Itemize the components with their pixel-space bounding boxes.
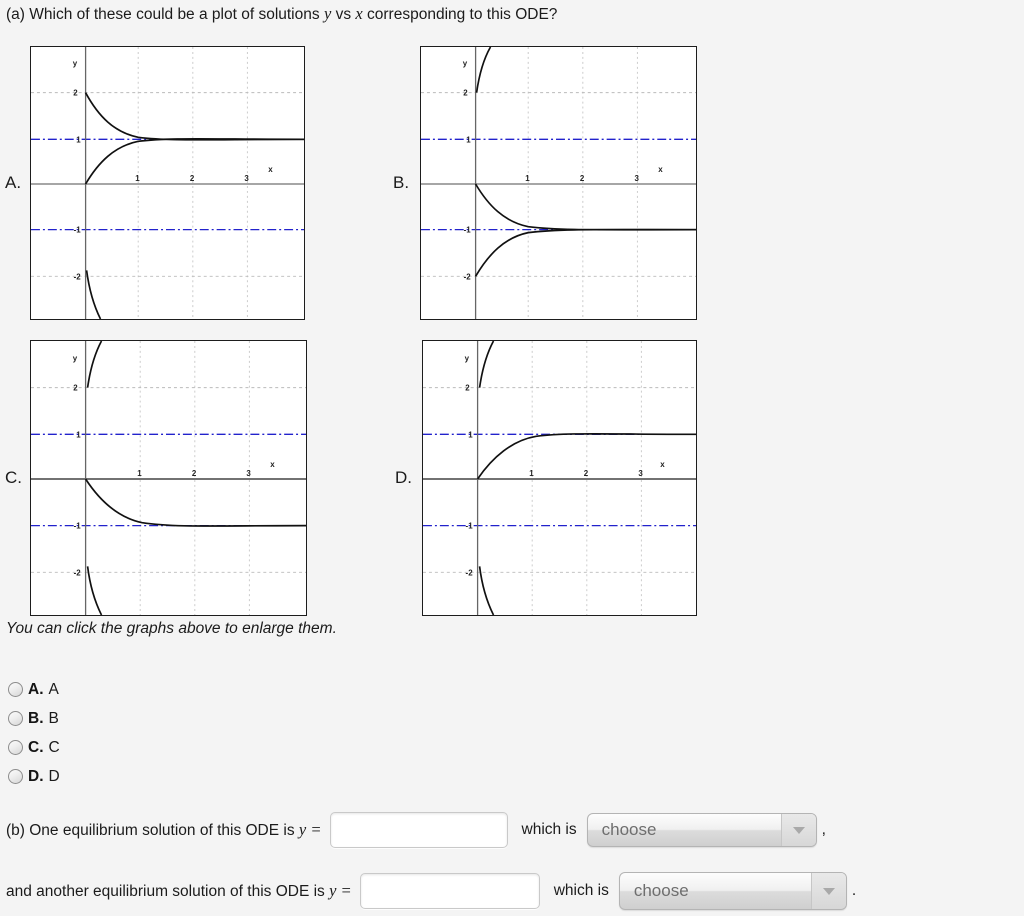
svg-text:1: 1 bbox=[76, 135, 81, 144]
option-row-d[interactable]: D. D bbox=[8, 762, 60, 791]
part-b-dropdown[interactable]: choose bbox=[586, 813, 817, 847]
graph-a-svg: 1 2 3 2 1 -1 -2 x y bbox=[31, 47, 304, 319]
svg-text:1: 1 bbox=[468, 430, 473, 439]
part-b-prefix: (b) One equilibrium solution of this ODE… bbox=[6, 822, 299, 839]
svg-text:3: 3 bbox=[246, 469, 251, 478]
svg-text:y: y bbox=[465, 354, 470, 363]
option-row-c[interactable]: C. C bbox=[8, 733, 60, 762]
part-c-row: and another equilibrium solution of this… bbox=[6, 872, 856, 910]
graph-label-d: D. bbox=[395, 468, 412, 487]
part-c-label: and another equilibrium solution of this… bbox=[6, 881, 352, 901]
svg-text:3: 3 bbox=[634, 174, 639, 183]
part-c-equals: = bbox=[336, 881, 352, 900]
svg-text:-2: -2 bbox=[464, 272, 472, 281]
option-value-b: B bbox=[48, 709, 59, 727]
svg-text:y: y bbox=[73, 354, 78, 363]
graph-d-svg: 1 2 3 2 1 -1 -2 x y bbox=[423, 341, 696, 615]
svg-text:2: 2 bbox=[465, 384, 470, 393]
option-value-c: C bbox=[48, 738, 60, 756]
svg-text:-2: -2 bbox=[466, 568, 474, 577]
part-b-dropdown-value: choose bbox=[601, 820, 657, 839]
graph-panel-c[interactable]: 1 2 3 2 1 -1 -2 x y bbox=[30, 340, 307, 616]
radio-button-a[interactable] bbox=[8, 682, 23, 697]
svg-text:2: 2 bbox=[190, 174, 195, 183]
enlarge-note: You can click the graphs above to enlarg… bbox=[6, 620, 337, 637]
part-c-answer-input[interactable] bbox=[359, 873, 540, 909]
part-c-dropdown-value: choose bbox=[633, 881, 689, 900]
answer-options: A. A B. B C. C D. D bbox=[8, 675, 60, 791]
svg-text:x: x bbox=[270, 460, 275, 469]
graph-panel-b[interactable]: 1 2 3 2 1 -1 -2 x y bbox=[420, 46, 697, 320]
svg-text:-2: -2 bbox=[74, 272, 82, 281]
svg-text:3: 3 bbox=[244, 174, 249, 183]
svg-text:-2: -2 bbox=[74, 568, 82, 577]
svg-text:x: x bbox=[658, 165, 663, 174]
part-b-which-is: which is bbox=[521, 821, 577, 838]
graph-panel-d[interactable]: 1 2 3 2 1 -1 -2 x y bbox=[422, 340, 697, 616]
chevron-down-icon[interactable] bbox=[780, 814, 816, 846]
radio-button-b[interactable] bbox=[8, 711, 23, 726]
option-letter-b: B. bbox=[28, 709, 44, 727]
part-b-answer-input[interactable] bbox=[329, 812, 508, 848]
option-letter-c: C. bbox=[28, 738, 44, 756]
math-var-x: x bbox=[355, 4, 363, 23]
part-c-trailing-punctuation: . bbox=[851, 882, 857, 899]
svg-text:1: 1 bbox=[525, 174, 530, 183]
option-letter-d: D. bbox=[28, 767, 44, 785]
option-value-a: A bbox=[48, 680, 59, 698]
graph-label-b: B. bbox=[393, 173, 410, 192]
question-suffix: corresponding to this ODE? bbox=[362, 6, 558, 23]
part-b-trailing-punctuation: , bbox=[821, 821, 826, 838]
question-mid: vs bbox=[331, 6, 356, 23]
svg-text:1: 1 bbox=[466, 135, 471, 144]
svg-text:2: 2 bbox=[73, 384, 78, 393]
svg-text:x: x bbox=[268, 165, 273, 174]
graph-label-c: C. bbox=[5, 468, 22, 487]
graph-c-svg: 1 2 3 2 1 -1 -2 x y bbox=[31, 341, 306, 615]
option-row-a[interactable]: A. A bbox=[8, 675, 60, 704]
svg-text:y: y bbox=[463, 59, 468, 68]
svg-text:1: 1 bbox=[135, 174, 140, 183]
svg-text:x: x bbox=[660, 460, 665, 469]
svg-text:1: 1 bbox=[137, 469, 142, 478]
option-letter-a: A. bbox=[28, 680, 44, 698]
radio-button-c[interactable] bbox=[8, 740, 23, 755]
svg-text:-1: -1 bbox=[74, 522, 82, 531]
graph-panel-a[interactable]: 1 2 3 2 1 -1 -2 x y bbox=[30, 46, 305, 320]
part-c-which-is: which is bbox=[553, 882, 609, 899]
svg-text:1: 1 bbox=[76, 430, 81, 439]
option-value-d: D bbox=[48, 767, 60, 785]
svg-text:2: 2 bbox=[584, 469, 589, 478]
chevron-down-glyph-2 bbox=[822, 887, 835, 895]
svg-text:2: 2 bbox=[580, 174, 585, 183]
svg-text:3: 3 bbox=[638, 469, 643, 478]
svg-text:2: 2 bbox=[463, 89, 468, 98]
option-row-b[interactable]: B. B bbox=[8, 704, 60, 733]
part-b-row: (b) One equilibrium solution of this ODE… bbox=[6, 812, 826, 848]
svg-text:y: y bbox=[73, 59, 78, 68]
svg-text:1: 1 bbox=[529, 469, 534, 478]
part-c-prefix: and another equilibrium solution of this… bbox=[6, 883, 330, 900]
chevron-down-icon-2[interactable] bbox=[810, 873, 846, 909]
part-b-equals: = bbox=[306, 820, 322, 839]
svg-text:-1: -1 bbox=[74, 226, 82, 235]
question-prefix: (a) Which of these could be a plot of so… bbox=[6, 6, 324, 23]
svg-text:-1: -1 bbox=[466, 522, 474, 531]
graph-label-a: A. bbox=[5, 173, 22, 192]
svg-text:2: 2 bbox=[73, 89, 78, 98]
chevron-down-glyph bbox=[792, 826, 805, 834]
radio-button-d[interactable] bbox=[8, 769, 23, 784]
page-title: (a) Which of these could be a plot of so… bbox=[6, 4, 557, 24]
graph-b-svg: 1 2 3 2 1 -1 -2 x y bbox=[421, 47, 696, 319]
part-c-dropdown[interactable]: choose bbox=[618, 872, 847, 910]
svg-text:-1: -1 bbox=[464, 226, 472, 235]
svg-text:2: 2 bbox=[192, 469, 197, 478]
part-b-label: (b) One equilibrium solution of this ODE… bbox=[6, 820, 322, 840]
